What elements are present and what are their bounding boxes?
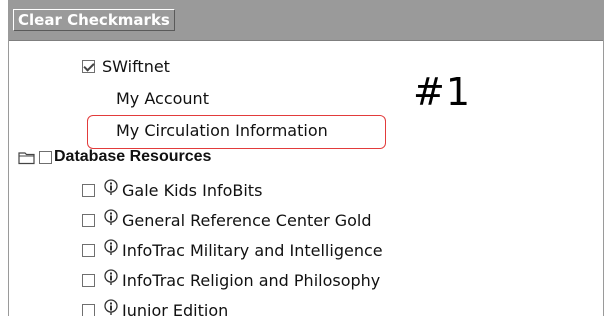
info-icon[interactable] [103, 239, 119, 255]
db-item-label[interactable]: Gale Kids InfoBits [122, 181, 262, 200]
database-resources-title: Database Resources [54, 148, 212, 165]
info-icon[interactable] [103, 269, 119, 285]
info-icon[interactable] [103, 299, 119, 315]
db-item-label[interactable]: InfoTrac Religion and Philosophy [122, 271, 380, 290]
highlight-box [87, 115, 386, 149]
db-item-label[interactable]: General Reference Center Gold [122, 211, 372, 230]
db-item-checkbox[interactable] [82, 273, 95, 287]
my-account-link[interactable]: My Account [116, 85, 209, 111]
swiftnet-row: SWiftnet [82, 53, 170, 79]
swiftnet-checkbox[interactable] [82, 59, 95, 73]
db-item-row: Junior Edition [82, 297, 228, 316]
info-icon[interactable] [103, 179, 119, 195]
my-account-label[interactable]: My Account [116, 89, 209, 108]
folder-icon[interactable] [18, 150, 36, 165]
info-icon[interactable] [103, 209, 119, 225]
db-item-row: InfoTrac Religion and Philosophy [82, 267, 380, 293]
clear-checkmarks-button[interactable]: Clear Checkmarks [13, 9, 175, 31]
db-item-row: InfoTrac Military and Intelligence [82, 237, 383, 263]
annotation-label: #1 [413, 70, 472, 114]
db-item-row: General Reference Center Gold [82, 207, 372, 233]
panel-header: Clear Checkmarks [9, 0, 603, 41]
db-item-checkbox[interactable] [82, 213, 95, 227]
db-item-checkbox[interactable] [82, 243, 95, 257]
db-item-checkbox[interactable] [82, 183, 95, 197]
db-item-row: Gale Kids InfoBits [82, 177, 262, 203]
swiftnet-label[interactable]: SWiftnet [102, 57, 170, 76]
resource-panel: Clear Checkmarks SWiftnet My Account My … [8, 0, 604, 316]
db-item-label[interactable]: InfoTrac Military and Intelligence [122, 241, 383, 260]
database-resources-checkbox[interactable] [39, 150, 52, 164]
db-item-label[interactable]: Junior Edition [122, 301, 228, 316]
db-item-checkbox[interactable] [82, 303, 95, 316]
